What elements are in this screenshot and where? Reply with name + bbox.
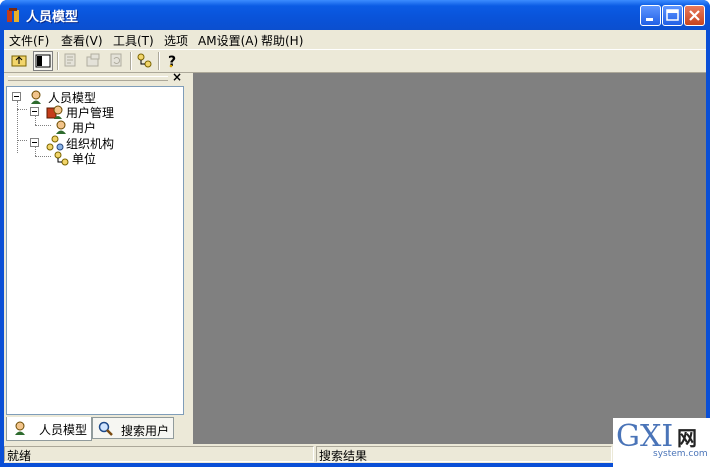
status-pane-search: 搜索结果 [316,446,612,463]
user-icon [56,120,66,134]
refresh-button[interactable] [107,51,127,71]
navigation-pane: × 人员模型 用户管理 用户 组织机构 单位 人员模型 搜索用户 [4,70,187,443]
tree-label-user: 用户 [72,121,97,135]
tab-person-model[interactable]: 人员模型 [6,417,92,441]
new-button[interactable] [61,51,81,71]
tree-connector [35,125,51,126]
maximize-button[interactable] [662,5,683,26]
status-search-results: 搜索结果 [319,449,368,463]
menu-bar: 文件(F) 查看(V) 工具(T) 选项 AM设置(A) 帮助(H) [4,30,706,48]
toolbar: ? [4,49,706,73]
person-model-icon [31,90,41,104]
minimize-button[interactable] [640,5,661,26]
collapse-icon[interactable] [30,138,39,147]
app-window: 人员模型 文件(F) 查看(V) 工具(T) 选项 AM设置(A) 帮助(H) [0,0,710,467]
menu-am-settings[interactable]: AM设置(A) [198,32,258,49]
tree-node-user-management[interactable]: 用户管理 [29,104,179,120]
mdi-workspace[interactable] [193,73,706,444]
tree-label-unit: 单位 [72,152,97,166]
tree-node-root[interactable]: 人员模型 [11,89,181,105]
properties-icon [86,53,100,67]
tree-node-user[interactable]: 用户 [51,119,171,135]
search-icon [98,421,113,436]
title-bar[interactable]: 人员模型 [0,0,710,30]
tree-connector [17,140,27,141]
menu-help[interactable]: 帮助(H) [261,32,303,49]
client-area: 文件(F) 查看(V) 工具(T) 选项 AM设置(A) 帮助(H) ? × 人… [4,30,706,463]
pane-header: × [4,70,187,85]
toolbar-separator [57,52,59,70]
menu-options[interactable]: 选项 [164,32,188,49]
unit-icon [54,151,69,166]
org-link-button[interactable] [135,51,155,71]
help-icon: ? [168,54,176,68]
help-button[interactable]: ? [163,51,183,71]
maximize-icon [666,9,679,21]
status-bar: 就绪 搜索结果 [4,444,706,463]
tree-node-unit[interactable]: 单位 [51,150,171,166]
pane-grip[interactable] [8,76,168,81]
folder-up-button[interactable] [10,51,30,71]
collapse-icon[interactable] [12,92,21,101]
panel-toggle-icon [35,54,51,68]
org-link-icon [137,53,152,68]
close-button[interactable] [684,5,705,26]
app-icon [7,8,19,22]
tree-connector [17,109,27,110]
menu-file[interactable]: 文件(F) [9,32,49,49]
tree-view[interactable]: 人员模型 用户管理 用户 组织机构 单位 [6,86,184,415]
toolbar-separator [130,52,132,70]
minimize-icon [646,18,653,21]
watermark-url: system.com [653,449,708,459]
menu-view[interactable]: 查看(V) [61,32,103,49]
panel-toggle-button[interactable] [33,51,53,71]
person-model-icon [15,421,25,435]
pane-tabs: 人员模型 搜索用户 [4,417,187,443]
refresh-icon [110,53,122,67]
tab-label-search-user: 搜索用户 [121,424,170,438]
new-icon [64,53,76,67]
properties-button[interactable] [84,51,104,71]
status-pane-main: 就绪 [4,446,314,463]
tab-search-user[interactable]: 搜索用户 [92,417,174,439]
tab-label-person-model: 人员模型 [39,423,88,437]
toolbar-separator [158,52,160,70]
tree-connector [35,156,51,157]
folder-up-icon [11,55,27,67]
collapse-icon[interactable] [30,107,39,116]
pane-close-icon[interactable]: × [172,70,182,84]
status-text: 就绪 [7,449,32,463]
user-group-icon [46,105,63,119]
tree-node-organization[interactable]: 组织机构 [29,135,179,151]
close-icon [689,10,700,21]
watermark-logo: GXI 网 system.com [613,418,710,467]
organization-icon [46,135,64,151]
menu-tools[interactable]: 工具(T) [113,32,154,49]
window-title: 人员模型 [26,10,79,25]
watermark-cn-text: 网 [677,426,697,450]
